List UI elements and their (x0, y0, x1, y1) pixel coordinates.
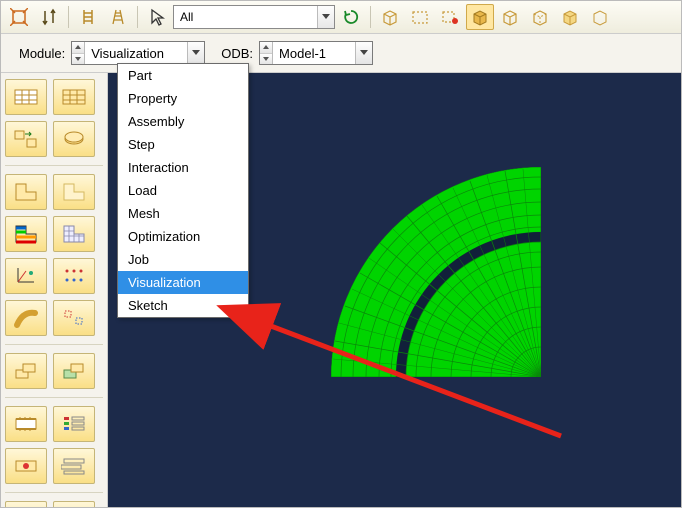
fit-view-icon[interactable] (5, 4, 33, 30)
tool-list2-icon[interactable] (53, 448, 95, 484)
sort-icon[interactable] (35, 4, 63, 30)
tool-contour-icon[interactable] (5, 216, 47, 252)
tool-list1-icon[interactable] (53, 406, 95, 442)
tool-panel1-icon[interactable] (5, 501, 47, 508)
menu-item-step[interactable]: Step (118, 133, 248, 156)
odb-select-value: Model-1 (273, 46, 355, 61)
spin-control[interactable] (260, 42, 273, 64)
chevron-up-icon[interactable] (260, 42, 272, 54)
menu-item-mesh[interactable]: Mesh (118, 202, 248, 225)
tool-film2-icon[interactable] (5, 448, 47, 484)
fem-mesh-graphic (331, 167, 681, 508)
odb-label: ODB: (221, 46, 253, 61)
tool-axes-icon[interactable] (5, 258, 47, 294)
menu-item-visualization[interactable]: Visualization (118, 271, 248, 294)
tool-swap-icon[interactable] (5, 121, 47, 157)
app-window: All Module: (0, 0, 682, 508)
menu-item-load[interactable]: Load (118, 179, 248, 202)
side-toolbox: XY (1, 73, 108, 508)
top-toolbar: All (1, 1, 681, 34)
menu-item-property[interactable]: Property (118, 87, 248, 110)
menu-item-assembly[interactable]: Assembly (118, 110, 248, 133)
module-select-value: Visualization (85, 46, 187, 61)
odb-select[interactable]: Model-1 (259, 41, 373, 65)
module-select[interactable]: Visualization (71, 41, 205, 65)
menu-item-part[interactable]: Part (118, 64, 248, 87)
menu-item-job[interactable]: Job (118, 248, 248, 271)
chevron-down-icon[interactable] (260, 54, 272, 65)
ladder-icon[interactable] (74, 4, 102, 30)
tool-sweep-icon[interactable] (5, 300, 47, 336)
tool-dots1-icon[interactable] (53, 258, 95, 294)
chevron-down-icon[interactable] (187, 42, 204, 64)
menu-item-optimization[interactable]: Optimization (118, 225, 248, 248)
tool-meshsmall-icon[interactable] (53, 216, 95, 252)
menu-item-sketch[interactable]: Sketch (118, 294, 248, 317)
context-bar: Module: Visualization ODB: Model-1 (1, 34, 681, 73)
tool-layers1-icon[interactable] (5, 353, 47, 389)
tool-film1-icon[interactable] (5, 406, 47, 442)
tool-panel2-icon[interactable] (53, 501, 95, 508)
tool-lshape2-icon[interactable] (53, 174, 95, 210)
tool-layers2-icon[interactable] (53, 353, 95, 389)
filter-select-value: All (174, 10, 317, 24)
chevron-up-icon[interactable] (72, 42, 84, 54)
menu-item-interaction[interactable]: Interaction (118, 156, 248, 179)
filter-select[interactable]: All (173, 5, 335, 29)
box-add-icon[interactable] (436, 4, 464, 30)
tool-lshape-icon[interactable] (5, 174, 47, 210)
toolbar-divider (137, 6, 138, 28)
tool-grid1-icon[interactable] (5, 79, 47, 115)
chevron-down-icon[interactable] (317, 6, 334, 28)
cube-front-icon[interactable] (556, 4, 584, 30)
toolbox-separator (5, 344, 103, 345)
perspective-icon[interactable] (104, 4, 132, 30)
tool-disc-icon[interactable] (53, 121, 95, 157)
cube-wire-icon[interactable] (496, 4, 524, 30)
cube1-icon[interactable] (376, 4, 404, 30)
tool-dots2-icon[interactable] (53, 300, 95, 336)
module-dropdown: Part Property Assembly Step Interaction … (117, 63, 249, 318)
spin-control[interactable] (72, 42, 85, 64)
refresh-icon[interactable] (337, 4, 365, 30)
main-area: XY (1, 73, 681, 508)
chevron-down-icon[interactable] (355, 42, 372, 64)
toolbox-separator (5, 397, 103, 398)
cursor-icon[interactable] (143, 4, 171, 30)
chevron-down-icon[interactable] (72, 54, 84, 65)
toolbox-separator (5, 165, 103, 166)
tool-grid2-icon[interactable] (53, 79, 95, 115)
module-label: Module: (19, 46, 65, 61)
toolbar-divider (370, 6, 371, 28)
cube-back-icon[interactable] (586, 4, 614, 30)
cube-hidden-icon[interactable] (526, 4, 554, 30)
box-select-icon[interactable] (406, 4, 434, 30)
toolbox-separator (5, 492, 103, 493)
toolbar-divider (68, 6, 69, 28)
cube-shaded-icon[interactable] (466, 4, 494, 30)
